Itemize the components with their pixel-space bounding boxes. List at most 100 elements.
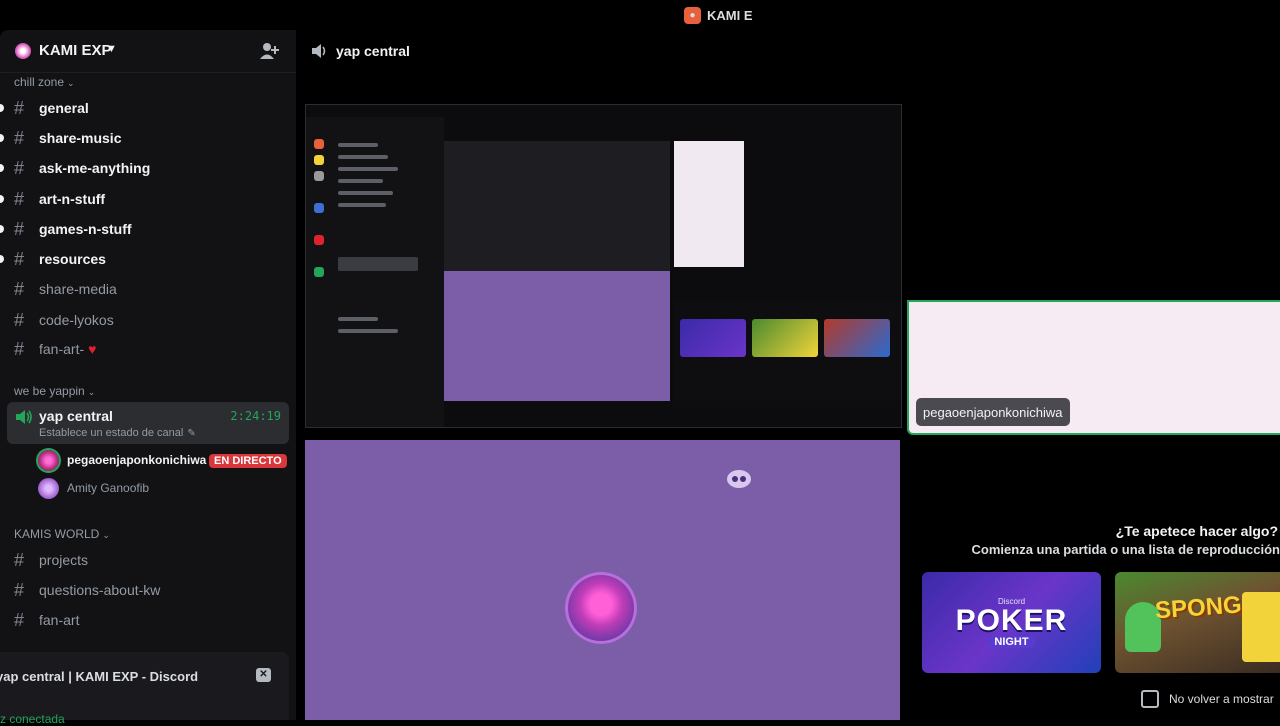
chevron-down-icon: ⌄	[102, 530, 110, 540]
channel-questions-about-kw[interactable]: # questions-about-kw	[0, 576, 290, 604]
hash-icon: #	[14, 549, 25, 570]
channel-share-media[interactable]: # share-media	[0, 275, 290, 303]
user-avatar-large	[565, 572, 637, 644]
activity-question: ¿Te apetece hacer algo?	[1115, 523, 1278, 539]
hash-icon: #	[14, 248, 25, 269]
checkbox[interactable]	[1141, 690, 1159, 708]
title-bar	[0, 0, 744, 30]
hash-icon: #	[14, 157, 25, 178]
mini-server-icon	[314, 155, 324, 165]
mini-server-icon	[314, 235, 324, 245]
activity-subtitle-text: Comienza una partida o una lista de repr…	[971, 542, 1280, 557]
category-kamis-world[interactable]: KAMIS WORLD ⌄	[14, 527, 110, 541]
channel-label: questions-about-kw	[39, 582, 161, 598]
mini-channel-line	[338, 203, 386, 207]
channel-status-prompt[interactable]: Establece un estado de canal ✎	[39, 427, 196, 439]
mini-channel-line	[338, 167, 398, 171]
app-icon: ●	[684, 6, 701, 24]
poker-tag: NIGHT	[988, 636, 1035, 648]
screen-share-tile[interactable]: pegaoenjaponkonichiwa	[305, 104, 902, 428]
voice-user-name: pegaoenjaponkonichiwa	[67, 453, 207, 467]
voice-connection-status: z conectada	[0, 712, 65, 726]
channel-label: share-media	[39, 281, 117, 297]
checkbox-label: No volver a mostrar	[1169, 692, 1274, 706]
mini-channel-line	[338, 329, 398, 333]
channel-resources[interactable]: # resources	[0, 245, 290, 273]
poker-brand: Discord	[997, 597, 1026, 606]
channel-label: ask-me-anything	[39, 160, 151, 176]
chevron-down-icon: ▼	[106, 43, 117, 55]
voice-user-name: Amity Ganoofib	[67, 481, 150, 495]
channel-label: art-n-stuff	[39, 191, 106, 207]
close-icon[interactable]: ✕	[256, 668, 271, 682]
category-we-be-yappin[interactable]: we be yappin ⌄	[14, 384, 95, 398]
pencil-icon: ✎	[187, 428, 196, 439]
hash-icon: #	[14, 338, 25, 359]
hash-icon: #	[14, 188, 25, 209]
channel-projects[interactable]: # projects	[0, 546, 290, 574]
channel-label: games-n-stuff	[39, 221, 132, 237]
mini-white-tile	[674, 141, 744, 267]
activity-card-spongebob[interactable]: SPONGEBOB	[1115, 572, 1280, 673]
mini-purple-tile	[444, 271, 670, 401]
hash-icon: #	[14, 579, 25, 600]
channel-code-lyokos[interactable]: # code-lyokos	[0, 306, 290, 334]
channel-label: resources	[39, 251, 106, 267]
mini-sponge-card	[752, 319, 818, 357]
voice-connection-panel: yap central | KAMI EXP - Discord ✕ z con…	[0, 652, 289, 726]
voice-user-amity-ganoofib[interactable]: Amity Ganoofib	[38, 476, 149, 500]
channel-ask-me-anything[interactable]: # ask-me-anything	[0, 154, 290, 182]
channel-share-music[interactable]: # share-music	[0, 124, 290, 152]
add-user-icon[interactable]	[259, 42, 279, 60]
voice-user-pegaoenjaponkonichiwa[interactable]: pegaoenjaponkonichiwa	[38, 448, 206, 472]
live-badge: EN DIRECTO	[209, 454, 287, 468]
mini-sidebar-thumbnail	[306, 117, 444, 427]
server-name: KAMI EXP	[39, 42, 112, 59]
channel-label-wrap: fan-art- ♥	[39, 341, 96, 357]
app-name: KAMI E	[707, 7, 753, 23]
channel-status-text: Establece un estado de canal	[39, 427, 184, 439]
channel-art-n-stuff[interactable]: # art-n-stuff	[0, 185, 290, 213]
speaker-icon	[16, 410, 32, 424]
mini-channel-line	[338, 155, 388, 159]
headset-icon	[727, 470, 751, 488]
channel-fan-art-heart[interactable]: # fan-art- ♥	[0, 335, 290, 363]
channel-label: projects	[39, 552, 89, 568]
category-label: KAMIS WORLD	[14, 527, 100, 541]
mini-poker-card	[680, 319, 746, 357]
server-header[interactable]: KAMI EXP ▼	[0, 30, 296, 73]
hash-icon: #	[14, 278, 25, 299]
app-taskbar-chip[interactable]: ● KAMI E	[684, 5, 753, 25]
channel-label: general	[39, 100, 89, 116]
mini-server-icon	[314, 203, 324, 213]
mini-channel-line	[338, 179, 383, 183]
channel-title: yap central	[336, 43, 410, 59]
hash-icon: #	[14, 127, 25, 148]
hash-icon: #	[14, 309, 25, 330]
mini-channel-line	[338, 191, 393, 195]
heart-icon: ♥	[88, 341, 97, 357]
voice-timer: 2:24:19	[230, 409, 281, 423]
category-chill-zone[interactable]: chill zone ⌄	[14, 75, 75, 89]
channel-general[interactable]: # general	[0, 94, 290, 122]
chevron-down-icon: ⌄	[67, 78, 75, 88]
hash-icon: #	[14, 218, 25, 239]
server-icon	[15, 43, 31, 59]
channel-games-n-stuff[interactable]: # games-n-stuff	[0, 215, 290, 243]
mini-voice-row	[338, 257, 418, 271]
voice-channel-name: yap central	[39, 408, 113, 424]
spongebob-figure	[1242, 592, 1280, 662]
voice-channel-yap-central[interactable]: yap central 2:24:19 Establece un estado …	[7, 402, 289, 444]
channel-fan-art[interactable]: # fan-art	[0, 606, 290, 634]
avatar	[38, 477, 59, 499]
mini-stream-grid	[444, 141, 670, 271]
mini-activity-panel	[674, 301, 901, 401]
dont-show-again[interactable]: No volver a mostrar	[1141, 690, 1274, 708]
channel-label: fan-art-	[39, 341, 85, 357]
speaker-icon	[312, 44, 326, 58]
mini-channel-line	[338, 317, 378, 321]
activity-card-poker[interactable]: Discord POKER NIGHT	[922, 572, 1101, 673]
mini-server-icon	[314, 139, 324, 149]
channel-header: yap central	[297, 30, 744, 72]
chevron-down-icon: ⌄	[87, 387, 96, 397]
